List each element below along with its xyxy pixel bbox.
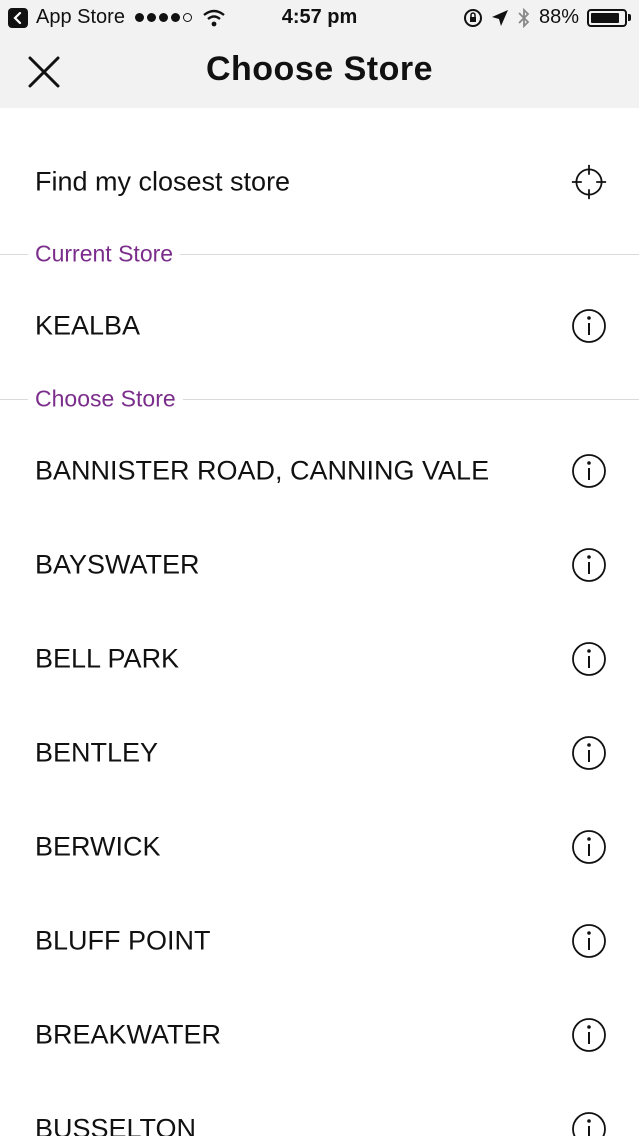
store-name: BLUFF POINT — [35, 925, 211, 956]
bluetooth-icon — [518, 7, 530, 28]
info-icon[interactable] — [571, 829, 607, 865]
store-name: BENTLEY — [35, 737, 159, 768]
page-title: Choose Store — [205, 50, 434, 88]
info-icon[interactable] — [571, 1017, 607, 1053]
navigation-bar: Choose Store — [0, 36, 639, 108]
info-icon[interactable] — [571, 735, 607, 771]
current-store-name: KEALBA — [35, 310, 141, 341]
find-closest-store-row[interactable]: Find my closest store — [0, 135, 639, 229]
store-name: BELL PARK — [35, 643, 180, 674]
choose-store-section-header: Choose Store — [0, 384, 639, 414]
info-icon[interactable] — [571, 923, 607, 959]
store-name: BANNISTER ROAD, CANNING VALE — [35, 455, 490, 486]
battery-icon — [587, 8, 631, 27]
store-row[interactable]: BAYSWATER — [0, 518, 639, 612]
find-closest-store-label: Find my closest store — [35, 166, 291, 197]
store-name: BUSSELTON — [35, 1113, 197, 1136]
store-row[interactable]: BELL PARK — [0, 612, 639, 706]
location-icon — [491, 9, 508, 26]
info-icon[interactable] — [571, 1111, 607, 1136]
store-row[interactable]: BERWICK — [0, 800, 639, 894]
store-row[interactable]: BREAKWATER — [0, 988, 639, 1082]
store-row[interactable]: BANNISTER ROAD, CANNING VALE — [0, 424, 639, 518]
info-icon[interactable] — [571, 641, 607, 677]
store-row[interactable]: BUSSELTON — [0, 1082, 639, 1136]
status-right: 88% — [463, 6, 631, 29]
info-icon[interactable] — [571, 453, 607, 489]
info-icon[interactable] — [571, 547, 607, 583]
rotation-lock-icon — [463, 8, 482, 27]
current-store-row[interactable]: KEALBA — [0, 279, 639, 373]
store-row[interactable]: BENTLEY — [0, 706, 639, 800]
store-name: BREAKWATER — [35, 1019, 222, 1050]
current-store-section-header: Current Store — [0, 239, 639, 269]
battery-percent: 88% — [538, 6, 579, 28]
current-store-heading: Current Store — [28, 240, 181, 268]
info-icon[interactable] — [571, 308, 607, 344]
store-name: BERWICK — [35, 831, 161, 862]
store-name: BAYSWATER — [35, 549, 200, 580]
status-bar: App Store 4:57 pm 88% — [0, 0, 639, 36]
store-row[interactable]: BLUFF POINT — [0, 894, 639, 988]
choose-store-heading: Choose Store — [28, 385, 183, 413]
crosshair-icon[interactable] — [571, 164, 607, 200]
